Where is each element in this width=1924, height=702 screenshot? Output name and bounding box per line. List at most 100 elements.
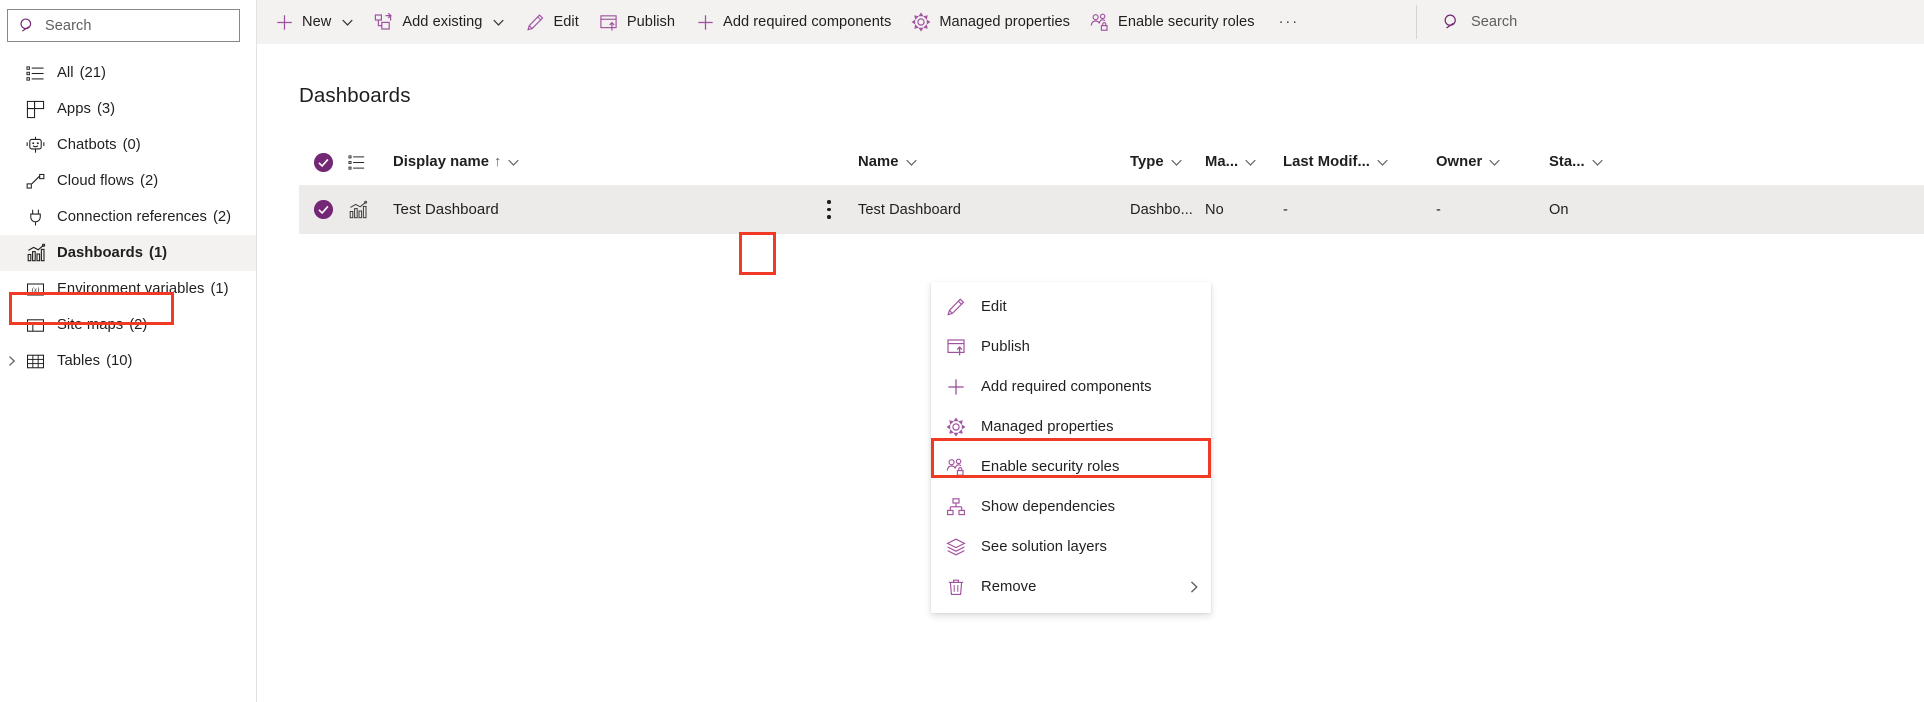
content-area: Dashboards Display name ↑ Name Type Ma..… [257,84,1924,234]
cell-display-name[interactable]: Test Dashboard [393,201,800,219]
dashboard-chart-icon [25,243,46,264]
solution-explorer-window: Search All (21) Apps (3) Chatbots (0) Cl… [0,0,1924,702]
cell-text: No [1205,201,1224,218]
context-menu-item-enable-security-roles[interactable]: Enable security roles [931,447,1211,487]
chevron-down-icon[interactable] [491,15,505,29]
context-menu-item-managed-properties[interactable]: Managed properties [931,407,1211,447]
sidebar-item-cloud-flows[interactable]: Cloud flows (2) [0,163,256,199]
context-menu-item-show-dependencies[interactable]: Show dependencies [931,487,1211,527]
add-required-components-button[interactable]: Add required components [685,0,901,44]
chevron-down-icon[interactable] [1244,156,1257,169]
column-header-label: Owner [1436,154,1483,170]
sidebar-item-chatbots[interactable]: Chatbots (0) [0,127,256,163]
sidebar-search-input[interactable]: Search [7,9,240,42]
sidebar-item-dashboards[interactable]: Dashboards (1) [0,235,256,271]
sidebar-item-label: Tables [57,353,101,369]
chevron-down-icon[interactable] [1170,156,1183,169]
column-header-type[interactable]: Type [1130,153,1205,171]
managed-properties-button[interactable]: Managed properties [901,0,1080,44]
enable-security-roles-button[interactable]: Enable security roles [1080,0,1265,44]
plus-icon [274,12,294,32]
chevron-right-icon[interactable] [1187,580,1201,594]
pencil-icon [525,12,545,32]
command-bar-divider [1416,5,1417,39]
column-header-last-modified[interactable]: Last Modif... [1283,153,1436,171]
context-menu-item-label: Show dependencies [981,499,1116,515]
sidebar-item-environment-variables[interactable]: (x) Environment variables (1) [0,271,256,307]
new-button[interactable]: New [264,0,364,44]
command-bar: New Add existing Edit Publish Add requir… [257,0,1924,44]
context-menu-item-remove[interactable]: Remove [931,567,1211,607]
chevron-down-icon[interactable] [507,156,520,169]
gear-icon [911,12,931,32]
chevron-down-icon[interactable] [1376,156,1389,169]
sidebar-item-count: (2) [212,209,232,225]
chevron-down-icon[interactable] [1488,156,1501,169]
main-area: New Add existing Edit Publish Add requir… [257,0,1924,702]
sidebar-item-apps[interactable]: Apps (3) [0,91,256,127]
select-all-checkbox[interactable] [299,152,348,173]
row-more-commands-button[interactable] [800,196,858,224]
column-header-label: Sta... [1549,154,1585,170]
cell-text: - [1283,201,1288,218]
column-header-status[interactable]: Sta... [1549,153,1639,171]
sidebar-item-all[interactable]: All (21) [0,55,256,91]
publish-icon [599,12,619,32]
sidebar-item-tables[interactable]: Tables (10) [0,343,256,379]
dashboard-chart-icon [348,200,393,220]
context-menu-item-label: Add required components [981,379,1152,395]
command-bar-search[interactable]: Search [1431,0,1517,44]
table-row[interactable]: Test Dashboard Test Dashboard Dashbo... … [299,185,1924,234]
sitemap-layout-icon [25,315,46,336]
chevron-down-icon[interactable] [1591,156,1604,169]
context-menu-item-see-solution-layers[interactable]: See solution layers [931,527,1211,567]
flow-icon [25,171,46,192]
chevron-down-icon[interactable] [905,156,918,169]
pencil-icon [945,296,967,318]
table-grid-icon [25,351,46,372]
cell-managed: No [1205,201,1283,219]
sidebar-item-label: Site maps [57,317,124,333]
add-existing-icon [374,12,394,32]
cell-name: Test Dashboard [858,201,1130,219]
sidebar-item-count: (1) [210,281,229,297]
page-title: Dashboards [299,84,411,107]
context-menu-item-add-required-components[interactable]: Add required components [931,367,1211,407]
column-header-label: Ma... [1205,154,1239,170]
cell-owner: - [1436,201,1549,219]
publish-button[interactable]: Publish [589,0,685,44]
type-icon-header [348,153,393,172]
sidebar-item-count: (0) [122,137,141,153]
list-icon [25,63,46,84]
column-header-name[interactable]: Name [858,153,1130,171]
highlight-box-row-more-commands [739,232,776,275]
chevron-down-icon[interactable] [340,15,354,29]
context-menu-item-publish[interactable]: Publish [931,327,1211,367]
edit-button[interactable]: Edit [515,0,588,44]
row-checkbox[interactable] [299,199,348,220]
sidebar-item-count: (2) [129,317,148,333]
column-header-managed[interactable]: Ma... [1205,153,1283,171]
sidebar-item-label: Chatbots [57,137,117,153]
sidebar-item-connection-references[interactable]: Connection references (2) [0,199,256,235]
sidebar-item-label: Cloud flows [57,173,135,189]
sidebar-item-site-maps[interactable]: Site maps (2) [0,307,256,343]
command-label: Edit [553,14,579,30]
sidebar-item-label: Connection references [57,209,207,225]
context-menu-item-edit[interactable]: Edit [931,287,1211,327]
search-icon [19,17,36,34]
layers-icon [945,536,967,558]
overflow-menu-button[interactable]: ··· [1265,0,1314,44]
column-header-display-name[interactable]: Display name ↑ [393,153,800,171]
more-vertical-icon [818,196,840,224]
add-existing-button[interactable]: Add existing [364,0,515,44]
cell-last-modified: - [1283,201,1436,219]
cell-status: On [1549,201,1639,219]
sidebar-item-count: (2) [140,173,159,189]
overflow-dots-icon: ··· [1278,14,1300,30]
apps-grid-icon [25,99,46,120]
context-menu-item-label: Publish [981,339,1030,355]
chevron-right-icon[interactable] [3,343,21,379]
command-label: Enable security roles [1118,14,1255,30]
column-header-owner[interactable]: Owner [1436,153,1549,171]
